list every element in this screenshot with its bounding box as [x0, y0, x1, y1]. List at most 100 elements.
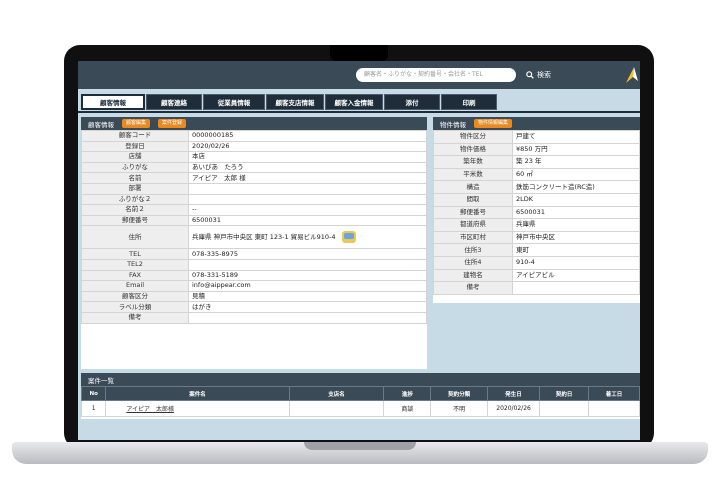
customer-field-value: 兵庫県 神戸市中央区 東町 123-1 貿易ビル910-4	[188, 225, 427, 250]
case-name-link[interactable]: アイピア 太郎様	[126, 406, 174, 413]
customer-field-label: 登録日	[81, 140, 189, 153]
property-field-label: 平米数	[433, 167, 513, 182]
property-field-label: 物件区分	[433, 130, 513, 144]
camera-notch	[330, 45, 388, 61]
property-panel: 物件情報 物件情報編集 物件区分 戸建て 物件価格 ¥850 万円 築年数築 23 年平…	[433, 117, 640, 303]
customer-field-text: はがき	[192, 302, 212, 311]
customer-field-text: 2020/02/26	[192, 141, 230, 150]
edit-customer-button[interactable]: 顧客編集	[122, 119, 151, 128]
customer-row: 名前２ --	[81, 204, 427, 216]
property-field-value: 910-4	[512, 255, 640, 270]
customer-field-value: はがき	[188, 301, 427, 313]
case-cell	[288, 400, 385, 417]
customer-field-text: アイピア 太郎 様	[192, 173, 246, 182]
property-panel-header: 物件情報 物件情報編集	[433, 117, 640, 130]
customer-field-value: 0000000185	[188, 130, 427, 142]
property-field-text: 6500031	[516, 207, 545, 216]
property-field-label: 物件価格	[433, 142, 513, 157]
property-field-label: 都道府県	[433, 218, 513, 232]
customer-field-label: 顧客区分	[81, 290, 189, 303]
customer-field-value: 078-335-8975	[188, 248, 427, 260]
property-table: 物件区分 戸建て 物件価格 ¥850 万円 築年数築 23 年平米数 60 ㎡構造 鉄筋コン…	[433, 130, 640, 295]
customer-field-text: 見積	[192, 292, 205, 301]
customer-row: TEL 078-335-8975	[81, 248, 427, 260]
customer-field-text: 078-331-5189	[192, 270, 239, 279]
property-row: 物件区分 戸建て	[433, 130, 640, 144]
customer-field-text: 078-335-8975	[192, 249, 239, 258]
property-field-value: 神戸市中央区	[512, 230, 640, 245]
customer-field-text: info@aippear.com	[192, 281, 251, 290]
property-row: 構造 鉄筋コンクリート造(RC造)	[433, 180, 640, 194]
customer-field-label: 住所	[81, 225, 189, 250]
property-row: 住所3 東町	[433, 243, 640, 257]
tab-customer-info[interactable]: 顧客情報	[81, 94, 145, 110]
property-field-label: 間取	[433, 192, 513, 207]
case-column-header: 発生日	[486, 386, 541, 401]
property-row: 築年数築 23 年	[433, 155, 640, 169]
customer-row: 住所 兵庫県 神戸市中央区 東町 123-1 貿易ビル910-4	[81, 225, 427, 250]
tab-branch-info[interactable]: 顧客支店情報	[266, 94, 324, 110]
property-field-value: 6500031	[512, 205, 640, 220]
customer-field-text: --	[192, 205, 197, 214]
search-input[interactable]: 顧客名・ふりがな・契約番号・会社名・TEL	[356, 68, 516, 82]
property-row: 建物名 アイピアビル	[433, 268, 640, 283]
customer-field-value: あいぴあ たろう	[188, 161, 427, 174]
customer-row: 顧客コード 0000000185	[81, 130, 427, 142]
tab-print[interactable]: 印刷	[441, 94, 497, 110]
case-column-header: No	[80, 386, 107, 401]
tab-payment-info[interactable]: 顧客入金情報	[325, 94, 383, 110]
case-cell	[539, 400, 590, 417]
property-field-label: 市区町村	[433, 230, 513, 245]
property-field-value: 2LDK	[512, 192, 640, 207]
property-row: 平米数 60 ㎡	[433, 167, 640, 182]
property-field-text: ¥850 万円	[516, 144, 548, 153]
property-field-value: ¥850 万円	[512, 142, 640, 157]
search-icon	[526, 71, 534, 79]
case-list-table: No 案件名 支店名 進捗 契約分類 発生日 契約日 着工日 1 アイピア 太郎様 商談 不明 202…	[80, 386, 640, 417]
property-field-label: 構造	[433, 180, 513, 194]
case-name-cell: アイピア 太郎様	[105, 400, 290, 417]
customer-row: 部署	[81, 182, 427, 195]
register-case-button[interactable]: 案件登録	[158, 119, 187, 128]
customer-row: ラベル分類 はがき	[81, 301, 427, 313]
property-row: 郵便番号 6500031	[433, 205, 640, 220]
search-button[interactable]: 検索	[526, 68, 551, 82]
customer-panel-header: 顧客情報 顧客編集 案件登録	[81, 117, 427, 130]
customer-field-label: FAX	[81, 269, 189, 282]
customer-field-text: あいぴあ たろう	[192, 163, 244, 172]
property-field-value	[512, 281, 640, 295]
property-field-value: 60 ㎡	[512, 167, 640, 182]
property-row: 市区町村 神戸市中央区	[433, 230, 640, 245]
customer-field-label: ラベル分類	[81, 301, 189, 313]
customer-field-value: 2020/02/26	[188, 140, 427, 153]
customer-row: 名前 アイピア 太郎 様	[81, 172, 427, 184]
tab-bar: 顧客情報 顧客連絡 従業員情報 顧客支店情報 顧客入金情報 添付 印刷	[81, 94, 497, 110]
property-field-text: 兵庫県	[516, 220, 536, 229]
customer-row: 顧客区分 見積	[81, 290, 427, 303]
customer-field-value: 6500031	[188, 214, 427, 227]
edit-property-button[interactable]: 物件情報編集	[474, 119, 513, 128]
table-row[interactable]: 1 アイピア 太郎様 商談 不明 2020/02/26	[80, 400, 640, 417]
app-screen: 顧客名・ふりがな・契約番号・会社名・TEL 検索 顧客情報 顧客連絡 従業員情報…	[78, 61, 640, 440]
property-field-label: 築年数	[433, 155, 513, 169]
customer-field-label: 名前２	[81, 204, 189, 216]
property-field-text: 築 23 年	[516, 157, 542, 166]
customer-row: Email info@aippear.com	[81, 280, 427, 292]
tab-underline	[78, 111, 640, 113]
tab-customer-contact[interactable]: 顧客連絡	[146, 94, 202, 110]
property-row: 都道府県 兵庫県	[433, 218, 640, 232]
property-row: 物件価格 ¥850 万円	[433, 142, 640, 157]
customer-field-value	[188, 258, 427, 271]
tab-attachment[interactable]: 添付	[384, 94, 440, 110]
case-column-header: 案件名	[105, 386, 290, 401]
top-bar: 顧客名・ふりがな・契約番号・会社名・TEL 検索	[78, 61, 640, 89]
property-field-text: 東町	[516, 245, 529, 254]
logo-icon	[626, 67, 638, 83]
case-cell	[588, 400, 640, 417]
case-cell: 1	[80, 400, 107, 417]
tab-employee-info[interactable]: 従業員情報	[203, 94, 265, 110]
customer-row: ふりがな あいぴあ たろう	[81, 161, 427, 174]
map-icon[interactable]	[341, 231, 356, 244]
customer-field-text: 本店	[192, 152, 205, 161]
case-column-header: 契約分類	[430, 386, 488, 401]
